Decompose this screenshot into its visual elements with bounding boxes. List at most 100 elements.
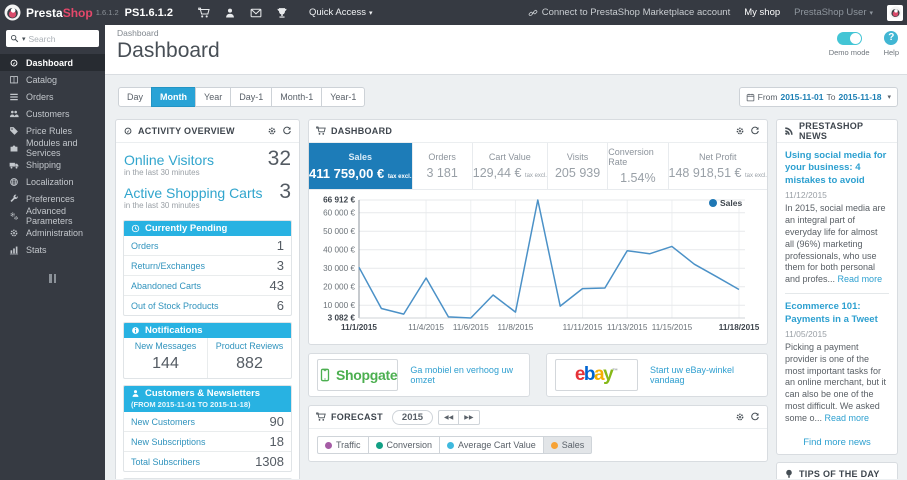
- sidebar-item-modules-and-services[interactable]: Modules and Services: [0, 138, 105, 158]
- trademark-symbol: ™: [612, 368, 619, 375]
- online-visitors-link[interactable]: Online Visitors: [124, 152, 214, 168]
- date-range-picker[interactable]: From 2015-11-01 To 2015-11-18 ▾: [738, 87, 898, 107]
- previous-year-button[interactable]: ◀◀: [438, 409, 460, 425]
- tips-panel: TIPS OF THE DAY ingenico Paymentservices…: [776, 461, 898, 479]
- pending-row[interactable]: Return/Exchanges 3: [124, 255, 291, 275]
- kpi-net-profit[interactable]: Net Profit 148 918,51 € tax excl.: [669, 143, 767, 189]
- range-button-month-1[interactable]: Month-1: [271, 87, 323, 107]
- kpi-visits[interactable]: Visits 205 939: [548, 143, 609, 189]
- kpi-sales[interactable]: Sales 411 759,00 € tax excl.: [309, 143, 413, 189]
- sales-chart[interactable]: 3 082 € 10 000 € 20 000 € 30 000 € 40 000 € 5…: [309, 190, 767, 344]
- refresh-icon[interactable]: [750, 412, 760, 422]
- svg-text:3 082 €: 3 082 €: [328, 314, 356, 323]
- my-shop-link[interactable]: My shop: [744, 7, 780, 18]
- sidebar-item-catalog[interactable]: Catalog: [0, 71, 105, 88]
- search-icon: [10, 34, 19, 43]
- ebay-banner[interactable]: ebay™ Start uw eBay-winkel vandaag: [546, 353, 768, 397]
- user-avatar[interactable]: [887, 4, 903, 21]
- kpi-orders[interactable]: Orders 3 181: [413, 143, 473, 189]
- pending-row[interactable]: Abandoned Carts 43: [124, 275, 291, 295]
- sidebar-search[interactable]: ▾: [6, 30, 99, 47]
- gear-icon[interactable]: [735, 126, 745, 136]
- news-article-date: 11/05/2015: [785, 328, 827, 339]
- person-icon[interactable]: [217, 0, 243, 25]
- range-button-year[interactable]: Year: [195, 87, 232, 107]
- range-button-day-1[interactable]: Day-1: [230, 87, 273, 107]
- news-article-title[interactable]: Using social media for your business: 4 …: [785, 150, 889, 187]
- filter-row: Day Month Year Day-1 Month-1 Year-1 From 2015-…: [105, 75, 907, 119]
- active-carts-link[interactable]: Active Shopping Carts: [124, 185, 263, 201]
- online-visitors-value: 32: [267, 147, 291, 170]
- brand-wordmark: PrestaShop: [26, 5, 93, 20]
- notification-cell[interactable]: Product Reviews 882: [207, 338, 291, 378]
- customers-date-range: (FROM 2015-11-01 TO 2015-11-18): [124, 400, 291, 412]
- help-icon[interactable]: ?: [884, 31, 899, 45]
- kpi-conversion-rate[interactable]: Conversion Rate 1.54%: [608, 143, 669, 189]
- sidebar-item-preferences[interactable]: Preferences: [0, 190, 105, 207]
- customers-row[interactable]: New Subscriptions 18: [124, 431, 291, 451]
- sidebar-item-customers[interactable]: Customers: [0, 105, 105, 122]
- shopgate-phone-icon: [318, 368, 332, 382]
- svg-text:30 000 €: 30 000 €: [323, 264, 355, 273]
- rss-icon: [784, 126, 794, 136]
- activity-overview-panel: ACTIVITY OVERVIEW Online Visitors 32 in t…: [115, 119, 300, 479]
- tips-panel-title: TIPS OF THE DAY: [799, 468, 880, 479]
- sidebar-item-administration[interactable]: Administration: [0, 224, 105, 241]
- shopgate-link[interactable]: Ga mobiel en verhoog uw omzet: [410, 365, 521, 385]
- refresh-icon[interactable]: [750, 126, 760, 136]
- user-menu[interactable]: PrestaShop User ▾: [794, 7, 873, 18]
- news-article-title[interactable]: Ecommerce 101: Payments in a Tweet: [785, 301, 889, 326]
- forecast-toggle-conversion[interactable]: Conversion: [367, 436, 441, 454]
- chevron-down-icon[interactable]: ▾: [22, 35, 26, 43]
- sidebar-collapse-icon[interactable]: [0, 274, 105, 283]
- chevron-down-icon: ▾: [869, 10, 873, 17]
- news-article: Ecommerce 101: Payments in a Tweet 11/05/…: [785, 293, 889, 425]
- sidebar-item-price-rules[interactable]: Price Rules: [0, 122, 105, 139]
- read-more-link[interactable]: Read more: [838, 274, 883, 284]
- search-input[interactable]: [28, 33, 87, 44]
- customers-row[interactable]: Total Subscribers 1308: [124, 451, 291, 471]
- sidebar-item-localization[interactable]: Localization: [0, 173, 105, 190]
- ebay-logo: ebay™: [574, 364, 619, 385]
- notifications-section: Notifications New Messages 144 Product Rev…: [123, 322, 292, 379]
- marketplace-link[interactable]: Connect to PrestaShop Marketplace accoun…: [528, 7, 730, 18]
- forecast-toggle-sales[interactable]: Sales: [542, 436, 593, 454]
- help-button[interactable]: ? Help: [884, 30, 899, 57]
- refresh-icon[interactable]: [282, 126, 292, 136]
- quick-access-menu[interactable]: Quick Access ▾: [309, 7, 373, 18]
- sidebar-item-orders[interactable]: Orders: [0, 88, 105, 105]
- trophy-icon[interactable]: [269, 0, 295, 25]
- svg-text:20 000 €: 20 000 €: [323, 282, 355, 291]
- forecast-toggle-traffic[interactable]: Traffic: [317, 436, 369, 454]
- pending-row[interactable]: Out of Stock Products 6: [124, 295, 291, 315]
- range-button-year-1[interactable]: Year-1: [321, 87, 366, 107]
- read-more-link[interactable]: Read more: [825, 413, 870, 423]
- range-button-month[interactable]: Month: [151, 87, 197, 107]
- customers-row[interactable]: New Customers 90: [124, 412, 291, 431]
- ebay-link[interactable]: Start uw eBay-winkel vandaag: [650, 365, 759, 385]
- sidebar-item-stats[interactable]: Stats: [0, 241, 105, 258]
- range-button-day[interactable]: Day: [118, 87, 153, 107]
- info-icon: [131, 326, 140, 335]
- shopgate-banner[interactable]: Shopgate Ga mobiel en verhoog uw omzet: [308, 353, 530, 397]
- traffic-section: Traffic (FROM 2015-11-01 TO 2015-11-18) …: [123, 478, 292, 479]
- cart-icon[interactable]: [191, 0, 217, 25]
- kpi-cart-value[interactable]: Cart Value 129,44 € tax excl.: [473, 143, 548, 189]
- toggle-switch-icon[interactable]: [836, 32, 862, 45]
- pending-row[interactable]: Orders 1: [124, 236, 291, 255]
- gear-icon[interactable]: [735, 412, 745, 422]
- svg-text:11/1/2015: 11/1/2015: [341, 323, 377, 332]
- envelope-icon[interactable]: [243, 0, 269, 25]
- forecast-toggle-average-cart-value[interactable]: Average Cart Value: [439, 436, 544, 454]
- tag-icon: [9, 126, 19, 136]
- next-year-button[interactable]: ▶▶: [458, 409, 480, 425]
- breadcrumb: Dashboard: [117, 28, 159, 38]
- find-more-news-link[interactable]: Find more news: [777, 429, 897, 454]
- sidebar-item-advanced-parameters[interactable]: Advanced Parameters: [0, 206, 105, 226]
- sidebar-item-shipping[interactable]: Shipping: [0, 156, 105, 173]
- demo-mode-toggle[interactable]: Demo mode: [829, 30, 870, 57]
- globe-icon: [9, 177, 19, 187]
- notification-cell[interactable]: New Messages 144: [124, 338, 207, 378]
- sidebar-item-dashboard[interactable]: Dashboard: [0, 54, 105, 71]
- gear-icon[interactable]: [267, 126, 277, 136]
